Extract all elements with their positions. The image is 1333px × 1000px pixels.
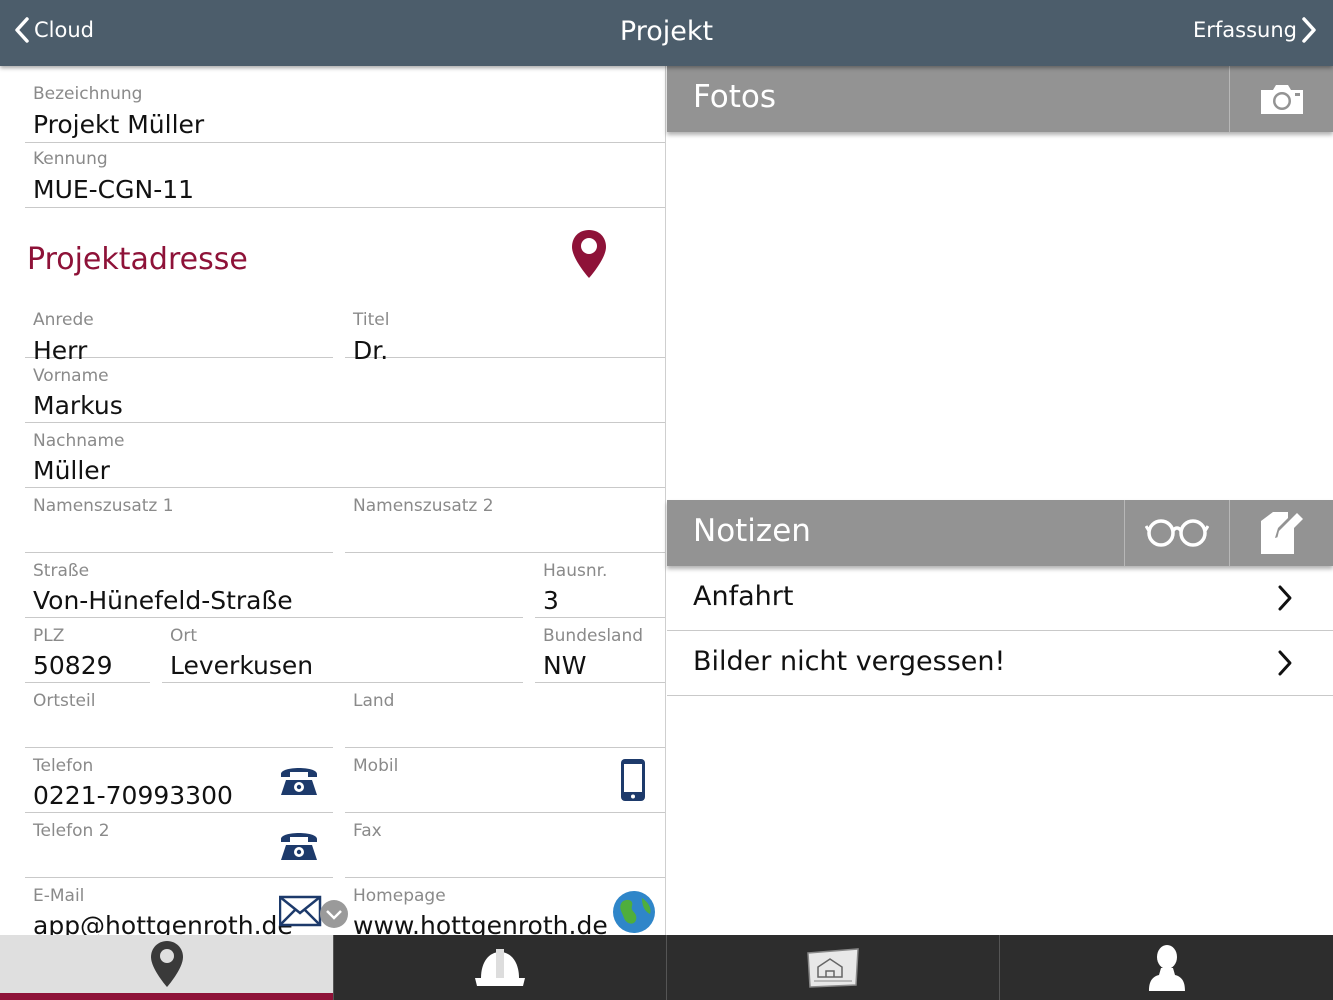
- field-value: www.hottgenroth.de: [353, 911, 608, 935]
- map-pin-button[interactable]: [570, 228, 608, 284]
- mail-icon[interactable]: [278, 894, 349, 935]
- field-label: Land: [353, 691, 395, 711]
- mobil-field[interactable]: Mobil: [345, 748, 665, 813]
- field-value: app@hottgenroth.de: [33, 911, 293, 935]
- field-label: Kennung: [33, 149, 108, 169]
- field-label: Nachname: [33, 431, 125, 451]
- strasse-field[interactable]: Straße Von-Hünefeld-Straße: [25, 553, 523, 618]
- field-value: Leverkusen: [170, 651, 314, 680]
- anrede-field[interactable]: Anrede Herr: [25, 292, 333, 365]
- add-photo-button[interactable]: [1229, 66, 1333, 132]
- photos-header: Fotos: [667, 66, 1333, 132]
- field-value: Von-Hünefeld-Straße: [33, 586, 293, 615]
- field-label: Straße: [33, 561, 90, 581]
- right-panel: Fotos Notizen Anfahrt Bilder nicht verge…: [667, 66, 1333, 935]
- note-item[interactable]: Anfahrt: [667, 566, 1333, 631]
- location-pin-icon: [150, 941, 183, 987]
- chevron-right-icon: [1302, 17, 1316, 43]
- field-label: Ort: [170, 626, 198, 646]
- field-label: Vorname: [33, 366, 109, 386]
- field-value: NW: [543, 651, 587, 680]
- bottom-tab-bar: [0, 935, 1333, 1000]
- field-label: Telefon 2: [33, 821, 110, 841]
- field-label: PLZ: [33, 626, 65, 646]
- notes-title: Notizen: [693, 513, 811, 549]
- field-label: Hausnr.: [543, 561, 608, 581]
- field-label: Ortsteil: [33, 691, 96, 711]
- tab-building-plan[interactable]: [666, 935, 999, 1000]
- add-note-button[interactable]: [1229, 500, 1333, 566]
- forward-button-label: Erfassung: [1193, 18, 1297, 42]
- field-value: 3: [543, 586, 559, 615]
- field-value: Projekt Müller: [33, 110, 205, 139]
- ort-field[interactable]: Ort Leverkusen: [162, 618, 523, 683]
- homepage-field[interactable]: Homepage www.hottgenroth.de: [345, 878, 665, 935]
- bundesland-field[interactable]: Bundesland NW: [535, 618, 665, 683]
- field-value: Markus: [33, 391, 123, 420]
- namenszusatz1-field[interactable]: Namenszusatz 1: [25, 488, 333, 553]
- kennung-field[interactable]: Kennung MUE-CGN-11: [25, 143, 665, 208]
- field-label: Namenszusatz 1: [33, 496, 174, 516]
- forward-button[interactable]: Erfassung: [1193, 16, 1319, 44]
- phone-icon[interactable]: [277, 762, 321, 802]
- field-label: Telefon: [33, 756, 94, 776]
- hard-hat-icon: [475, 948, 525, 986]
- tab-contacts[interactable]: [999, 935, 1333, 1000]
- camera-icon: [1260, 85, 1303, 114]
- field-label: Bundesland: [543, 626, 644, 646]
- ortsteil-field[interactable]: Ortsteil: [25, 683, 333, 748]
- chevron-right-icon: [1278, 650, 1292, 676]
- notes-header: Notizen: [667, 500, 1333, 566]
- field-value: 50829: [33, 651, 113, 680]
- field-label: Anrede: [33, 310, 94, 330]
- tab-project-address[interactable]: [0, 935, 333, 1000]
- email-field[interactable]: E-Mail app@hottgenroth.de: [25, 878, 348, 935]
- phone-icon[interactable]: [277, 827, 321, 867]
- field-label: Bezeichnung: [33, 84, 143, 104]
- photos-title: Fotos: [693, 79, 776, 115]
- field-label: E-Mail: [33, 886, 85, 906]
- edit-note-icon: [1260, 512, 1303, 554]
- building-plan-icon: [807, 947, 859, 988]
- person-icon: [1148, 944, 1185, 991]
- mobile-phone-icon[interactable]: [620, 758, 646, 806]
- globe-icon[interactable]: [612, 890, 656, 935]
- field-label: Fax: [353, 821, 382, 841]
- field-label: Homepage: [353, 886, 446, 906]
- nachname-field[interactable]: Nachname Müller: [25, 423, 665, 488]
- vorname-field[interactable]: Vorname Markus: [25, 358, 665, 423]
- project-form: Bezeichnung Projekt Müller Kennung MUE-C…: [0, 66, 666, 935]
- namenszusatz2-field[interactable]: Namenszusatz 2: [345, 488, 665, 553]
- telefon2-field[interactable]: Telefon 2: [25, 813, 333, 878]
- field-label: Titel: [353, 310, 390, 330]
- view-notes-button[interactable]: [1124, 500, 1229, 566]
- field-value: MUE-CGN-11: [33, 175, 195, 204]
- plz-field[interactable]: PLZ 50829: [25, 618, 150, 683]
- glasses-icon: [1145, 519, 1209, 547]
- field-value: 0221-70993300: [33, 781, 233, 810]
- note-item[interactable]: Bilder nicht vergessen!: [667, 631, 1333, 696]
- field-value: Müller: [33, 456, 110, 485]
- section-title-projektadresse: Projektadresse: [27, 242, 248, 277]
- tab-construction[interactable]: [333, 935, 666, 1000]
- top-navigation-bar: Cloud Projekt Erfassung: [0, 0, 1333, 66]
- field-label: Namenszusatz 2: [353, 496, 494, 516]
- land-field[interactable]: Land: [345, 683, 665, 748]
- telefon-field[interactable]: Telefon 0221-70993300: [25, 748, 333, 813]
- field-label: Mobil: [353, 756, 399, 776]
- bezeichnung-field[interactable]: Bezeichnung Projekt Müller: [25, 76, 665, 143]
- note-item-label: Anfahrt: [693, 581, 794, 612]
- page-title: Projekt: [619, 16, 714, 47]
- fax-field[interactable]: Fax: [345, 813, 665, 878]
- hausnr-field[interactable]: Hausnr. 3: [535, 553, 665, 618]
- location-pin-icon: [572, 230, 606, 278]
- chevron-right-icon: [1278, 585, 1292, 611]
- titel-field[interactable]: Titel Dr.: [345, 292, 665, 365]
- note-item-label: Bilder nicht vergessen!: [693, 646, 1006, 677]
